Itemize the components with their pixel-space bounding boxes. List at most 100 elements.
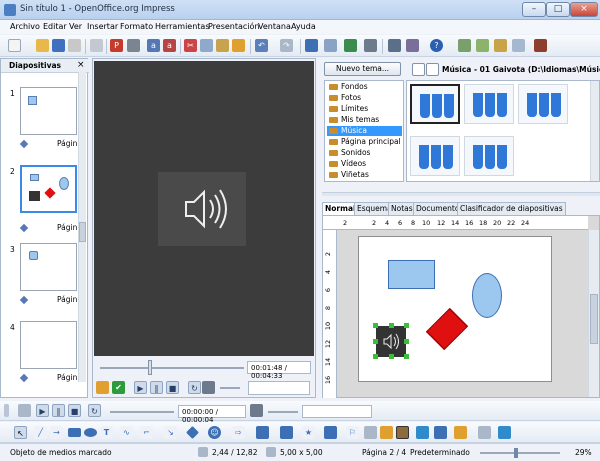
- animation-icon[interactable]: [498, 426, 511, 439]
- zoom-select[interactable]: [302, 405, 372, 418]
- gallery-item-selected[interactable]: [410, 84, 460, 124]
- menu-insertar[interactable]: Insertar: [87, 22, 118, 31]
- play-icon[interactable]: ▶: [134, 381, 147, 394]
- selection-handle[interactable]: [373, 354, 378, 359]
- gallery-item[interactable]: [464, 84, 514, 124]
- media-insert-icon[interactable]: [396, 426, 409, 439]
- line-icon[interactable]: ╱: [34, 426, 47, 439]
- zoom-slider[interactable]: [480, 448, 560, 458]
- slide-thumbnail-1[interactable]: [20, 87, 77, 135]
- ellipse-icon[interactable]: [84, 428, 97, 437]
- fontwork-icon[interactable]: [380, 426, 393, 439]
- selection-handle[interactable]: [373, 339, 378, 344]
- gallery-theme-list[interactable]: Fondos Fotos Límites Mis temas Música Pá…: [324, 80, 404, 182]
- arrange-icon[interactable]: [454, 426, 467, 439]
- slides-scrollbar[interactable]: [78, 72, 86, 382]
- extra-toolbar-1-icon[interactable]: [458, 39, 471, 52]
- gallery-scrollbar[interactable]: [590, 81, 599, 181]
- copy-icon[interactable]: [200, 39, 213, 52]
- slide-thumbnail-3[interactable]: [20, 243, 77, 291]
- selection-handle[interactable]: [389, 354, 394, 359]
- menu-ayuda[interactable]: Ayuda: [291, 22, 316, 31]
- selection-handle[interactable]: [373, 323, 378, 328]
- autospell-icon[interactable]: a: [163, 39, 176, 52]
- rectangle-icon[interactable]: [68, 428, 81, 437]
- gallery-item[interactable]: [410, 136, 460, 176]
- mute-icon[interactable]: [250, 404, 263, 417]
- insert-media-icon[interactable]: [96, 381, 109, 394]
- volume-slider[interactable]: [220, 387, 240, 389]
- rectangle-shape[interactable]: [388, 260, 435, 289]
- undo-icon[interactable]: ↶: [255, 39, 268, 52]
- spellcheck-icon[interactable]: a: [147, 39, 160, 52]
- save-icon[interactable]: [52, 39, 65, 52]
- gallery-icon[interactable]: [406, 39, 419, 52]
- slide-thumbnail-2[interactable]: [20, 165, 77, 213]
- curve-icon[interactable]: ∿: [120, 426, 133, 439]
- redo-icon[interactable]: ↷: [280, 39, 293, 52]
- editor-scrollbar[interactable]: [588, 230, 599, 397]
- new-theme-button[interactable]: Nuevo tema...: [324, 62, 401, 76]
- slides-panel-close-icon[interactable]: ×: [77, 60, 85, 70]
- symbol-shapes-icon[interactable]: ☺: [208, 426, 221, 439]
- media-object-selected[interactable]: [376, 326, 406, 357]
- theme-limites[interactable]: Límites: [327, 104, 402, 114]
- zoom-select[interactable]: [248, 381, 310, 395]
- flowchart-icon[interactable]: [256, 426, 269, 439]
- zoom-slider-handle[interactable]: [514, 448, 518, 458]
- help-icon[interactable]: ?: [430, 39, 443, 52]
- maximize-button[interactable]: □: [546, 2, 570, 17]
- stars-icon[interactable]: ★: [302, 426, 315, 439]
- menu-editar[interactable]: Editar: [43, 22, 67, 31]
- tab-clasificador[interactable]: Clasificador de diapositivas: [457, 202, 566, 215]
- theme-fotos[interactable]: Fotos: [327, 93, 402, 103]
- connector-icon[interactable]: ⌐: [140, 426, 153, 439]
- scrollbar-thumb[interactable]: [79, 222, 86, 242]
- menu-archivo[interactable]: Archivo: [10, 22, 40, 31]
- extra-toolbar-2-icon[interactable]: [476, 39, 489, 52]
- tab-notas[interactable]: Notas: [388, 202, 416, 215]
- 3d-objects-icon[interactable]: [324, 426, 337, 439]
- panel-splitter[interactable]: [322, 192, 600, 196]
- media-position-slider[interactable]: [100, 360, 244, 375]
- repeat-icon[interactable]: ↻: [188, 381, 201, 394]
- repeat-icon[interactable]: ↻: [88, 404, 101, 417]
- media-position-slider[interactable]: [110, 411, 174, 413]
- arrow-line-icon[interactable]: →: [50, 426, 63, 439]
- theme-vinetas[interactable]: Viñetas: [327, 170, 402, 180]
- minimize-button[interactable]: –: [522, 2, 546, 17]
- apply-icon[interactable]: ✔: [112, 381, 125, 394]
- paste-icon[interactable]: [216, 39, 229, 52]
- tab-documento[interactable]: Documento: [413, 202, 463, 215]
- select-icon[interactable]: ↖: [14, 426, 27, 439]
- print-icon[interactable]: [127, 39, 140, 52]
- pause-icon[interactable]: ‖: [52, 404, 65, 417]
- selection-handle[interactable]: [404, 323, 409, 328]
- glue-points-icon[interactable]: [364, 426, 377, 439]
- slide-thumbnail-4[interactable]: [20, 321, 77, 369]
- selection-handle[interactable]: [389, 323, 394, 328]
- callouts-icon[interactable]: [280, 426, 293, 439]
- theme-sonidos[interactable]: Sonidos: [327, 148, 402, 158]
- extrusion-icon[interactable]: [416, 426, 429, 439]
- object-3d-icon[interactable]: [478, 426, 491, 439]
- points-icon[interactable]: ⚐: [346, 426, 359, 439]
- stop-icon[interactable]: ■: [68, 404, 81, 417]
- alignment-icon[interactable]: [434, 426, 447, 439]
- gallery-item[interactable]: [518, 84, 568, 124]
- slider-handle[interactable]: [148, 360, 152, 375]
- diamond-shape[interactable]: [425, 307, 469, 351]
- icon-view-icon[interactable]: [412, 63, 425, 76]
- export-pdf-icon[interactable]: P: [110, 39, 123, 52]
- new-document-icon[interactable]: [8, 39, 21, 52]
- hyperlink-icon[interactable]: [344, 39, 357, 52]
- stop-icon[interactable]: ■: [166, 381, 179, 394]
- text-icon[interactable]: T: [100, 426, 113, 439]
- volume-slider[interactable]: [268, 411, 298, 413]
- gallery-item[interactable]: [464, 136, 514, 176]
- theme-mis-temas[interactable]: Mis temas: [327, 115, 402, 125]
- insert-media-icon[interactable]: [18, 404, 31, 417]
- slide-canvas[interactable]: [358, 236, 552, 382]
- menu-formato[interactable]: Formato: [120, 22, 153, 31]
- mute-icon[interactable]: [202, 381, 215, 394]
